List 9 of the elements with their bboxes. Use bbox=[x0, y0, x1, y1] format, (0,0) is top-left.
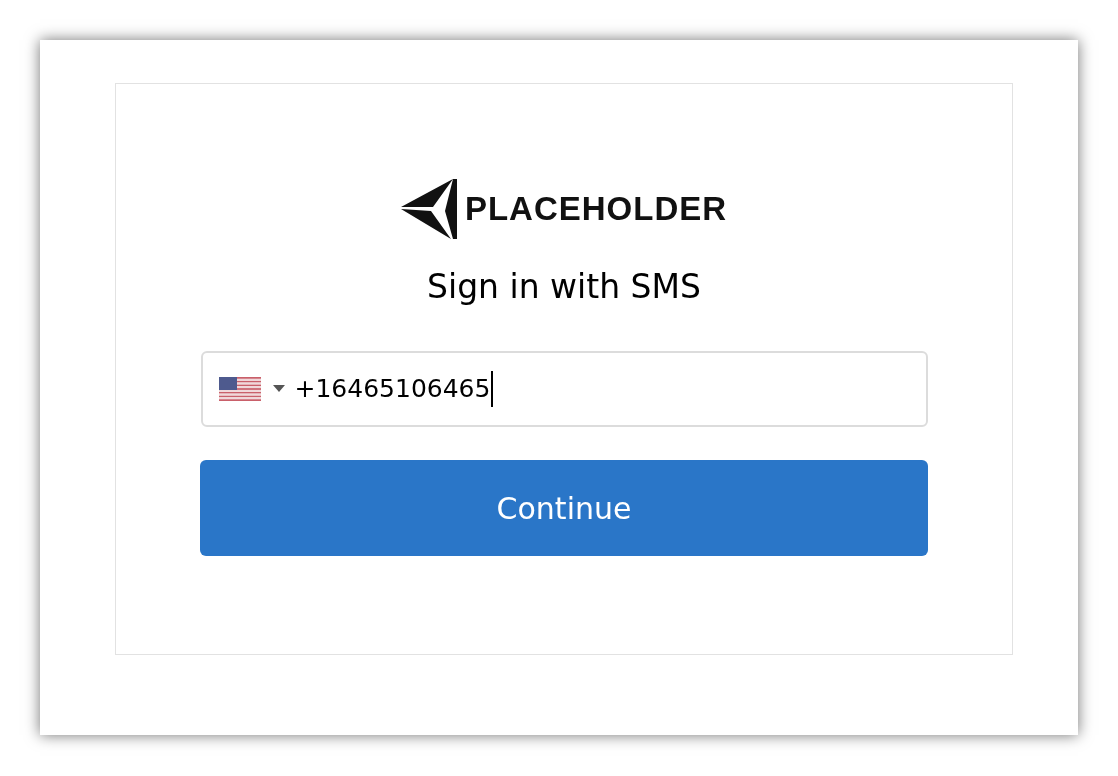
continue-button[interactable]: Continue bbox=[200, 460, 928, 556]
caret-icon[interactable] bbox=[272, 385, 285, 393]
text-cursor bbox=[491, 371, 494, 407]
page-title: Sign in with SMS bbox=[427, 267, 701, 307]
logo-wordmark: PLACEHOLDER bbox=[464, 189, 728, 230]
phone-field[interactable]: +16465106465 bbox=[200, 351, 928, 427]
flag-icon[interactable] bbox=[218, 377, 261, 401]
phone-number: +16465106465 bbox=[294, 373, 491, 406]
logo-icon bbox=[400, 177, 457, 241]
